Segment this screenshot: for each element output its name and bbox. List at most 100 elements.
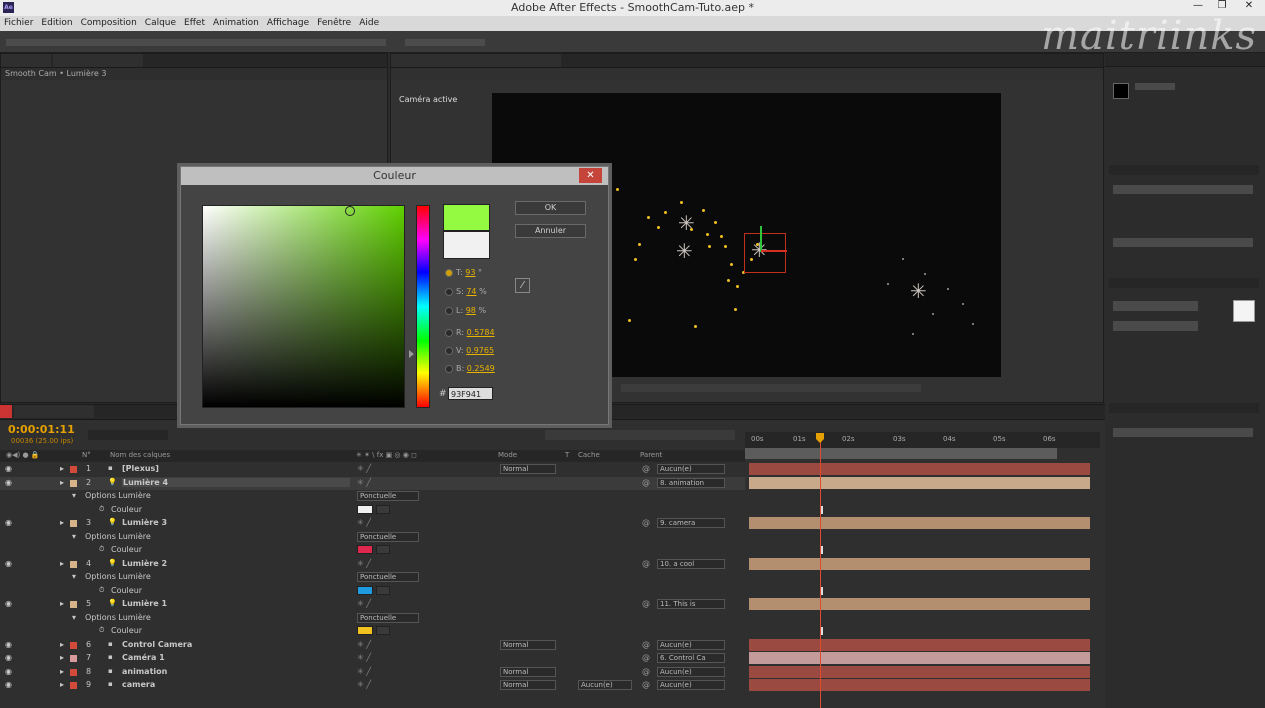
menu-animation[interactable]: Animation — [209, 16, 263, 31]
layer-duration-bar[interactable] — [749, 558, 1090, 570]
layer-duration-bar[interactable] — [749, 652, 1090, 664]
parent-dropdown[interactable]: 9. camera — [657, 518, 725, 528]
menu-aide[interactable]: Aide — [355, 16, 383, 31]
layer-row[interactable]: ◉ ▸ 5 💡 Lumière 1 ✳ ╱ @11. This is — [0, 598, 745, 611]
font-family-dropdown[interactable] — [1113, 301, 1198, 311]
column-num[interactable]: N° — [82, 451, 91, 459]
blue-field[interactable]: B: 0.2549 — [445, 364, 495, 378]
layer-name[interactable]: [Plexus] — [122, 464, 159, 473]
parent-pickwhip-icon[interactable]: @ — [642, 599, 650, 608]
menu-calque[interactable]: Calque — [141, 16, 180, 31]
layer-duration-bar[interactable] — [749, 598, 1090, 610]
layer-row[interactable]: ◉ ▸ 7 ▪ Caméra 1 ✳ ╱ @6. Control Ca — [0, 652, 745, 665]
label-color-box[interactable] — [70, 655, 77, 662]
layer-row[interactable]: ◉ ▸ 4 💡 Lumière 2 ✳ ╱ @10. a cool — [0, 558, 745, 571]
layer-duration-bar[interactable] — [749, 463, 1090, 475]
parent-pickwhip-icon[interactable]: @ — [642, 680, 650, 689]
expand-triangle-icon[interactable]: ▸ — [60, 464, 64, 473]
hex-color-input[interactable]: 93F941 — [448, 387, 493, 400]
parent-pickwhip-icon[interactable]: @ — [642, 667, 650, 676]
ok-button[interactable]: OK — [515, 201, 586, 215]
parent-pickwhip-icon[interactable]: @ — [642, 518, 650, 527]
light-options-row[interactable]: ▾ Options Lumière Ponctuelle — [0, 490, 745, 503]
label-color-box[interactable] — [70, 466, 77, 473]
expand-triangle-icon[interactable]: ▾ — [72, 532, 76, 541]
eyedropper-icon[interactable] — [376, 545, 390, 554]
work-area-bar[interactable] — [745, 448, 1057, 459]
column-t[interactable]: T — [565, 451, 569, 459]
parent-pickwhip-icon[interactable]: @ — [642, 478, 650, 487]
light-type-dropdown[interactable]: Ponctuelle — [357, 613, 419, 623]
layer-duration-bar[interactable] — [749, 639, 1090, 651]
layer-row[interactable]: ◉ ▸ 1 ▪ [Plexus] ✳ ╱ Normal @ Aucun(e) — [0, 463, 745, 476]
tab-project[interactable] — [1, 54, 51, 67]
saturation-lightness-field[interactable] — [202, 205, 405, 408]
composition-viewer-controls[interactable] — [621, 384, 921, 392]
label-color-box[interactable] — [70, 682, 77, 689]
original-color-swatch[interactable] — [443, 231, 490, 259]
color-swatch[interactable] — [357, 545, 373, 554]
label-color-box[interactable] — [70, 520, 77, 527]
layer-switches[interactable]: ✳ ╱ — [357, 680, 371, 689]
expand-triangle-icon[interactable]: ▾ — [72, 572, 76, 581]
layer-switches[interactable]: ✳ ╱ — [357, 667, 371, 676]
visibility-eye-icon[interactable]: ◉ — [5, 599, 12, 608]
parent-dropdown[interactable]: 6. Control Ca — [657, 653, 725, 663]
visibility-eye-icon[interactable]: ◉ — [5, 478, 12, 487]
stopwatch-icon[interactable]: ⏱ — [99, 545, 104, 554]
menu-effet[interactable]: Effet — [180, 16, 209, 31]
label-color-box[interactable] — [70, 669, 77, 676]
saturation-field[interactable]: S: 74 % — [445, 287, 487, 301]
layer-duration-bar[interactable] — [749, 517, 1090, 529]
light-type-dropdown[interactable]: Ponctuelle — [357, 572, 419, 582]
visibility-eye-icon[interactable]: ◉ — [5, 464, 12, 473]
label-color-box[interactable] — [70, 561, 77, 568]
hue-field[interactable]: T: 93 ° — [445, 268, 482, 282]
menu-edition[interactable]: Edition — [37, 16, 76, 31]
label-color-box[interactable] — [70, 480, 77, 487]
layer-name[interactable]: Lumière 3 — [122, 518, 167, 527]
parent-dropdown[interactable]: 11. This is — [657, 599, 725, 609]
column-cache[interactable]: Cache — [578, 451, 600, 459]
layer-name[interactable]: Lumière 2 — [122, 559, 167, 568]
font-style-dropdown[interactable] — [1113, 321, 1198, 331]
blend-mode-dropdown[interactable]: Normal — [500, 680, 556, 690]
light-icon[interactable]: ✳ — [910, 281, 927, 301]
tab-composition[interactable] — [391, 54, 561, 67]
light-type-dropdown[interactable]: Ponctuelle — [357, 491, 419, 501]
close-window-icon[interactable]: ✕ — [1237, 0, 1261, 14]
menu-affichage[interactable]: Affichage — [263, 16, 313, 31]
layer-row[interactable]: ◉ ▸ 9 ▪ camera ✳ ╱ Normal Aucun(e) @ Aucun(e) — [0, 679, 745, 692]
expand-triangle-icon[interactable]: ▸ — [60, 653, 64, 662]
menu-composition[interactable]: Composition — [77, 16, 141, 31]
current-timecode[interactable]: 0:00:01:11 — [8, 423, 75, 436]
expand-triangle-icon[interactable]: ▸ — [60, 680, 64, 689]
preview-options[interactable] — [1113, 238, 1253, 247]
label-color-box[interactable] — [70, 601, 77, 608]
color-property-row[interactable]: ⏱ Couleur — [0, 585, 745, 598]
blend-mode-dropdown[interactable]: Normal — [500, 464, 556, 474]
x-axis-gizmo[interactable] — [761, 250, 787, 252]
light-icon[interactable]: ✳ — [678, 213, 695, 233]
parent-pickwhip-icon[interactable]: @ — [642, 653, 650, 662]
track-matte-dropdown[interactable]: Aucun(e) — [578, 680, 632, 690]
layer-switches[interactable]: ✳ ╱ — [357, 640, 371, 649]
light-options-row[interactable]: ▾ Options Lumière Ponctuelle — [0, 612, 745, 625]
color-picker-cursor[interactable] — [345, 206, 355, 216]
expand-triangle-icon[interactable]: ▸ — [60, 667, 64, 676]
tab-effect-controls[interactable] — [53, 54, 143, 67]
menu-fichier[interactable]: Fichier — [0, 16, 37, 31]
expand-triangle-icon[interactable]: ▸ — [60, 559, 64, 568]
layer-name[interactable]: Control Camera — [122, 640, 192, 649]
column-parent[interactable]: Parent — [640, 451, 662, 459]
stopwatch-icon[interactable]: ⏱ — [99, 586, 104, 595]
color-property-row[interactable]: ⏱ Couleur — [0, 625, 745, 638]
dialog-close-icon[interactable]: ✕ — [579, 168, 602, 183]
light-options-row[interactable]: ▾ Options Lumière Ponctuelle — [0, 571, 745, 584]
layer-duration-bar[interactable] — [749, 666, 1090, 678]
fill-color-icon[interactable] — [1233, 300, 1255, 322]
green-field[interactable]: V: 0.9765 — [445, 346, 494, 360]
layer-switches[interactable]: ✳ ╱ — [357, 464, 371, 473]
red-field[interactable]: R: 0.5784 — [445, 328, 495, 342]
expand-triangle-icon[interactable]: ▾ — [72, 613, 76, 622]
